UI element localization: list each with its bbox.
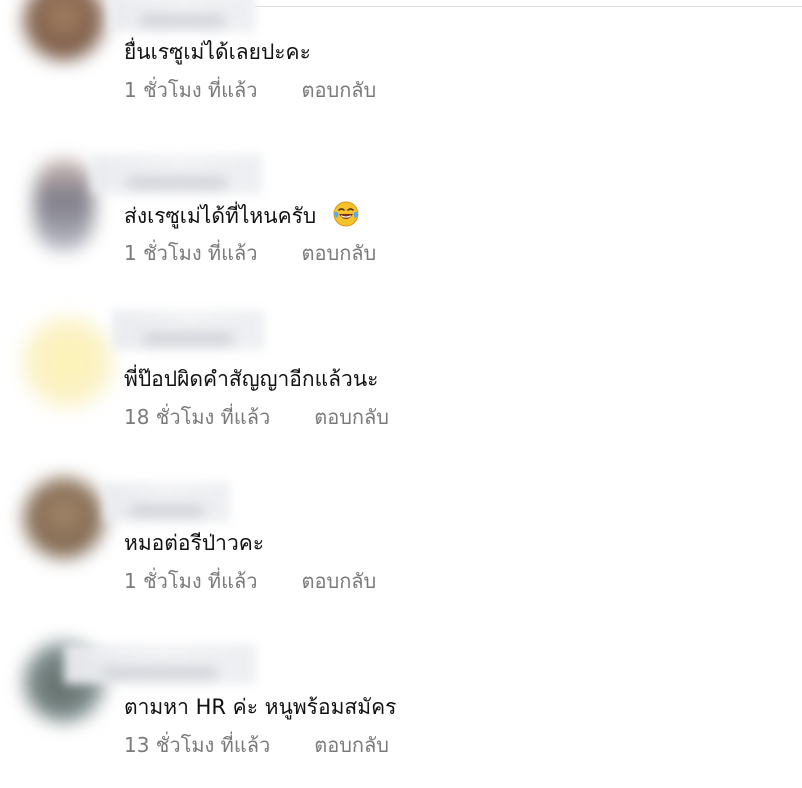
comment-timestamp: 1 ชั่วโมง ที่แล้ว <box>124 569 258 593</box>
comment-text: ส่งเรซูเม่ได้ที่ไหนครับ <box>124 201 359 230</box>
comment-timestamp: 1 ชั่วโมง ที่แล้ว <box>124 241 258 265</box>
comment-text: หมอต่อรีป่าวคะ <box>124 531 265 555</box>
comment-item: พี่ป๊อปผิดคำสัญญาอีกแล้วนะ 18 ชั่วโมง ที… <box>0 300 802 450</box>
comment-text: พี่ป๊อปผิดคำสัญญาอีกแล้วนะ <box>124 367 379 391</box>
reply-button[interactable]: ตอบกลับ <box>302 569 377 593</box>
commenter-name[interactable] <box>110 0 255 32</box>
avatar[interactable] <box>34 160 94 250</box>
comment-meta: 1 ชั่วโมง ที่แล้ว ตอบกลับ <box>124 567 376 595</box>
reply-button[interactable]: ตอบกลับ <box>314 405 389 429</box>
comment-item: ส่งเรซูเม่ได้ที่ไหนครับ 1 ชั่วโมง ที่แล้… <box>0 150 802 300</box>
commenter-name[interactable] <box>64 644 256 684</box>
reply-button[interactable]: ตอบกลับ <box>314 733 389 757</box>
comment-body: ส่งเรซูเม่ได้ที่ไหนครับ <box>124 204 317 228</box>
avatar[interactable] <box>24 478 104 558</box>
comment-meta: 18 ชั่วโมง ที่แล้ว ตอบกลับ <box>124 403 389 431</box>
commenter-name[interactable] <box>104 482 230 522</box>
comment-timestamp: 18 ชั่วโมง ที่แล้ว <box>124 405 271 429</box>
comment-item: ตามหา HR ค่ะ หนูพร้อมสมัคร 13 ชั่วโมง ที… <box>0 622 802 772</box>
face-with-tears-of-joy-icon <box>333 201 359 227</box>
reply-button[interactable]: ตอบกลับ <box>302 78 377 102</box>
commenter-name[interactable] <box>92 154 262 194</box>
comment-text: ยื่นเรซูเม่ได้เลยปะคะ <box>124 40 311 64</box>
comment-meta: 13 ชั่วโมง ที่แล้ว ตอบกลับ <box>124 731 389 759</box>
avatar[interactable] <box>24 0 104 60</box>
comment-item: หมอต่อรีป่าวคะ 1 ชั่วโมง ที่แล้ว ตอบกลับ <box>0 460 802 610</box>
comment-text: ตามหา HR ค่ะ หนูพร้อมสมัคร <box>124 695 397 719</box>
comment-item: ยื่นเรซูเม่ได้เลยปะคะ 1 ชั่วโมง ที่แล้ว ต… <box>0 0 802 150</box>
avatar[interactable] <box>22 316 114 408</box>
reply-button[interactable]: ตอบกลับ <box>302 241 377 265</box>
commenter-name[interactable] <box>112 310 264 350</box>
comment-meta: 1 ชั่วโมง ที่แล้ว ตอบกลับ <box>124 239 376 267</box>
comment-timestamp: 13 ชั่วโมง ที่แล้ว <box>124 733 271 757</box>
comment-timestamp: 1 ชั่วโมง ที่แล้ว <box>124 78 258 102</box>
comment-meta: 1 ชั่วโมง ที่แล้ว ตอบกลับ <box>124 76 376 104</box>
